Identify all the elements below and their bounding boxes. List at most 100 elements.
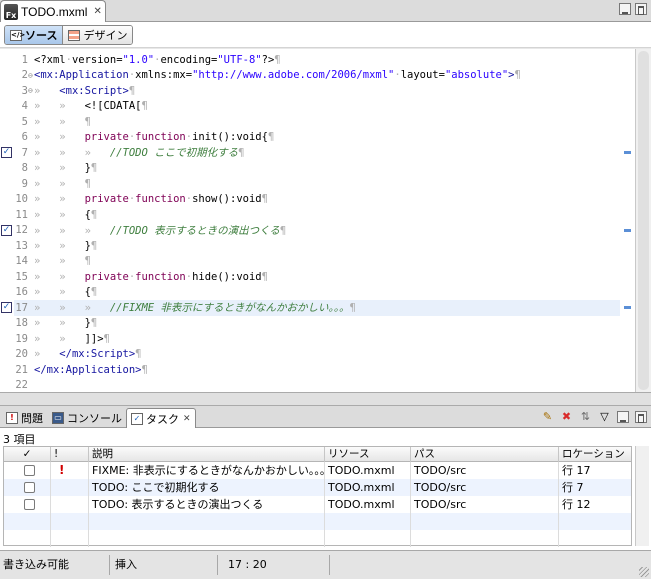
code-text: » » private·function·show():void¶ bbox=[34, 193, 268, 206]
close-icon[interactable]: ✕ bbox=[93, 6, 101, 17]
design-mode-label: デザイン bbox=[83, 29, 128, 42]
code-line[interactable]: 11 » » {¶ bbox=[14, 207, 620, 223]
code-text-area[interactable]: 1 <?xml·version="1.0"·encoding="UTF-8"?>¶… bbox=[14, 49, 620, 392]
bottom-view-tab-bar: ! 問題 ▭ コンソール ✓ タスク ✕ ✎ ✖ ⇅ ▽ bbox=[0, 406, 651, 428]
filter-icon[interactable]: ⇅ bbox=[579, 410, 592, 423]
code-line[interactable]: 14 » » ¶ bbox=[14, 254, 620, 270]
code-text: » » ]]>¶ bbox=[34, 332, 110, 345]
task-resource: TODO.mxml bbox=[325, 496, 411, 513]
column-header-completed[interactable]: ✓ bbox=[4, 447, 51, 462]
task-priority bbox=[51, 496, 89, 513]
code-line[interactable]: 20 » </mx:Script>¶ bbox=[14, 347, 620, 363]
code-text: » </mx:Script>¶ bbox=[34, 348, 142, 361]
line-number: 21 bbox=[15, 363, 28, 376]
column-header-location[interactable]: ロケーション bbox=[559, 447, 631, 462]
code-line[interactable]: 15 » » private·function·hide():void¶ bbox=[14, 269, 620, 285]
line-number: 22 bbox=[15, 379, 28, 392]
high-priority-icon: ! bbox=[59, 463, 65, 477]
overview-task-mark[interactable] bbox=[624, 228, 631, 232]
design-mode-button[interactable]: デザイン bbox=[63, 26, 133, 44]
line-number: 11 bbox=[15, 208, 28, 221]
code-line[interactable]: 1 <?xml·version="1.0"·encoding="UTF-8"?>¶ bbox=[14, 52, 620, 68]
column-header-resource[interactable]: リソース bbox=[325, 447, 411, 462]
code-line[interactable]: 10 » » private·function·show():void¶ bbox=[14, 192, 620, 208]
code-text: » » {¶ bbox=[34, 286, 98, 299]
line-number: 7 bbox=[21, 146, 28, 159]
code-line[interactable]: 6 » » private·function·init():void{¶ bbox=[14, 130, 620, 146]
code-text: » » » //FIXME 非表示にするときがなんかおかしい。。。¶ bbox=[34, 302, 356, 315]
task-complete-checkbox[interactable] bbox=[24, 499, 35, 510]
tasks-table[interactable]: ✓ ! 説明 リソース パス ロケーション ! FIXME: 非表示にするときが… bbox=[3, 446, 632, 547]
code-line[interactable]: 19 » » ]]>¶ bbox=[14, 331, 620, 347]
tasks-icon: ✓ bbox=[131, 412, 143, 425]
code-line[interactable]: 18 » » }¶ bbox=[14, 316, 620, 332]
column-header-description[interactable]: 説明 bbox=[89, 447, 325, 462]
overview-ruler[interactable] bbox=[620, 49, 635, 392]
tab-console[interactable]: ▭ コンソール bbox=[48, 408, 126, 428]
resize-grip[interactable] bbox=[639, 567, 649, 577]
table-row[interactable]: ! FIXME: 非表示にするときがなんかおかしい。。。 TODO.mxml T… bbox=[4, 462, 631, 479]
task-count: 3 項目 bbox=[3, 433, 36, 446]
overview-task-mark[interactable] bbox=[624, 306, 631, 309]
editor-vertical-scrollbar[interactable] bbox=[635, 49, 651, 392]
line-number: 10 bbox=[15, 193, 28, 206]
code-line[interactable]: 22 bbox=[14, 378, 620, 394]
maximize-button[interactable] bbox=[635, 410, 647, 423]
view-menu-icon[interactable]: ▽ bbox=[598, 410, 611, 423]
line-number: 15 bbox=[15, 270, 28, 283]
tasks-table-header: ✓ ! 説明 リソース パス ロケーション bbox=[4, 447, 631, 462]
status-cursor-position: 17 : 20 bbox=[220, 555, 330, 575]
add-task-icon[interactable]: ✎ bbox=[541, 410, 554, 423]
tab-tasks[interactable]: ✓ タスク ✕ bbox=[126, 408, 196, 428]
task-priority bbox=[51, 479, 89, 496]
code-line[interactable]: 7 » » » //TODO ここで初期化する¶ bbox=[14, 145, 620, 161]
annotation-gutter: ✓ ✓ ✓ bbox=[0, 49, 14, 392]
source-mode-button[interactable]: </> ソース bbox=[5, 26, 64, 44]
scrollbar-track[interactable] bbox=[638, 51, 649, 390]
editor-tab-title: TODO.mxml bbox=[21, 4, 88, 19]
delete-task-icon[interactable]: ✖ bbox=[560, 410, 573, 423]
column-header-path[interactable]: パス bbox=[411, 447, 559, 462]
code-line[interactable]: 16 » » {¶ bbox=[14, 285, 620, 301]
column-header-priority[interactable]: ! bbox=[51, 447, 89, 462]
tasks-view: 3 項目 ✓ ! 説明 リソース パス ロケーション ! FIXME: 非表示に… bbox=[0, 428, 651, 550]
task-complete-checkbox[interactable] bbox=[24, 465, 35, 476]
code-line[interactable]: 12 » » » //TODO 表示するときの演出つくる¶ bbox=[14, 223, 620, 239]
code-line[interactable]: 17 » » » //FIXME 非表示にするときがなんかおかしい。。。¶ bbox=[14, 300, 620, 316]
task-location: 行 12 bbox=[562, 498, 591, 511]
task-path: TODO/src bbox=[411, 496, 559, 513]
minimize-button[interactable] bbox=[619, 3, 631, 15]
overview-task-mark[interactable] bbox=[624, 151, 631, 154]
mode-bar: </> ソース デザイン bbox=[0, 22, 651, 48]
code-text: » » <![CDATA[¶ bbox=[34, 100, 148, 113]
code-text: » » }¶ bbox=[34, 317, 98, 330]
flex-file-icon: Fx bbox=[4, 3, 18, 20]
task-marker-icon[interactable]: ✓ bbox=[1, 147, 12, 158]
pane-divider[interactable] bbox=[0, 392, 651, 406]
close-icon[interactable]: ✕ bbox=[183, 414, 191, 424]
console-icon: ▭ bbox=[52, 412, 64, 424]
task-marker-icon[interactable]: ✓ bbox=[1, 224, 12, 236]
table-row[interactable]: TODO: ここで初期化する TODO.mxml TODO/src 行 7 bbox=[4, 479, 631, 496]
code-line[interactable]: 21 </mx:Application>¶ bbox=[14, 362, 620, 378]
line-number: 4 bbox=[21, 100, 28, 113]
line-number: 1 bbox=[21, 53, 28, 66]
minimize-button[interactable] bbox=[617, 410, 629, 423]
code-line[interactable]: 5 » » ¶ bbox=[14, 114, 620, 130]
task-path: TODO/src bbox=[411, 462, 559, 479]
status-insert-mode: 挿入 bbox=[112, 555, 218, 575]
code-line[interactable]: 13 » » }¶ bbox=[14, 238, 620, 254]
tab-problems[interactable]: ! 問題 bbox=[2, 408, 47, 428]
code-line[interactable]: 8 » » }¶ bbox=[14, 161, 620, 177]
code-line[interactable]: 4 » » <![CDATA[¶ bbox=[14, 99, 620, 115]
maximize-button[interactable] bbox=[635, 3, 647, 15]
code-line[interactable]: 3 ⊖» <mx:Script>¶ bbox=[14, 83, 620, 99]
code-line[interactable]: 2 ⊖ <mx:Application·xmlns:mx="http://www.a… bbox=[14, 68, 620, 84]
tasks-vertical-scrollbar[interactable] bbox=[635, 446, 649, 546]
code-line[interactable]: 9 » » ¶ bbox=[14, 176, 620, 192]
editor-tab-todo-mxml[interactable]: Fx TODO.mxml ✕ bbox=[0, 0, 106, 22]
task-marker-icon[interactable]: ✓ bbox=[1, 302, 12, 313]
table-row[interactable]: TODO: 表示するときの演出つくる TODO.mxml TODO/src 行 … bbox=[4, 496, 631, 513]
code-editor[interactable]: ✓ ✓ ✓ 1 <?xml·version="1.0"·encoding="UTF-8… bbox=[0, 49, 651, 392]
task-complete-checkbox[interactable] bbox=[24, 482, 35, 493]
